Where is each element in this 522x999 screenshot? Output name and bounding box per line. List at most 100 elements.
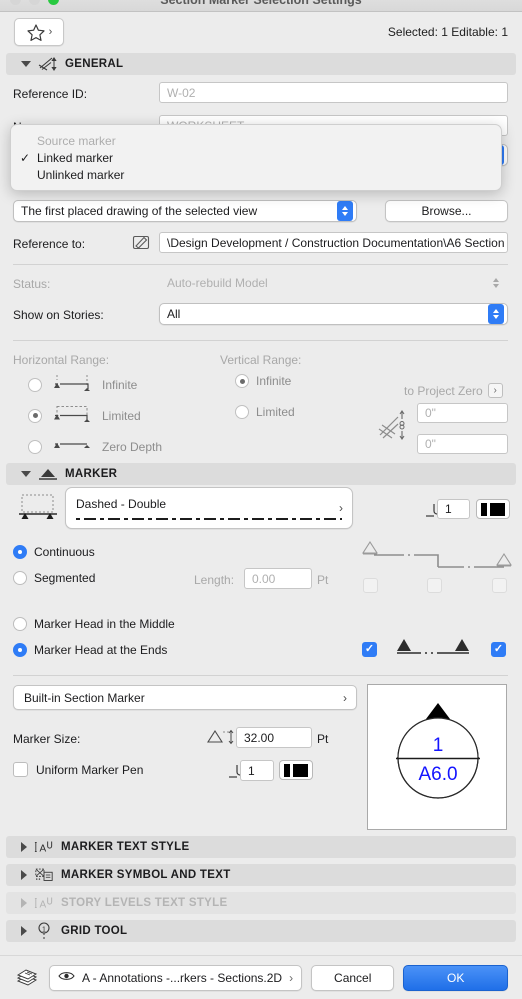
continuous-option[interactable]: Continuous xyxy=(13,545,95,559)
horizontal-range-option-zero-depth[interactable]: Zero Depth xyxy=(28,436,162,457)
text-style-icon: A xyxy=(34,839,54,855)
segment-checkbox-right[interactable] xyxy=(492,578,507,593)
reference-to-input[interactable]: \Design Development / Construction Docum… xyxy=(159,232,508,253)
segment-checkbox-middle[interactable] xyxy=(427,578,442,593)
favorites-button[interactable]: › xyxy=(14,18,64,46)
section-header-general[interactable]: GENERAL xyxy=(6,53,516,75)
show-on-stories-label: Show on Stories: xyxy=(13,308,104,322)
marker-symbol-selector[interactable]: Built-in Section Marker › xyxy=(13,685,357,710)
layer-value: A - Annotations -...rkers - Sections.2D xyxy=(82,970,283,985)
section-header-marker[interactable]: MARKER xyxy=(6,463,516,485)
reference-target-value: The first placed drawing of the selected… xyxy=(21,204,258,218)
menu-item-source-marker: Source marker xyxy=(11,132,501,149)
marker-icon xyxy=(38,466,58,482)
black-pen-swatch[interactable] xyxy=(279,760,313,780)
menu-item-unlinked-marker[interactable]: Unlinked marker xyxy=(11,166,501,183)
dialog-topbar: › Selected: 1 Editable: 1 xyxy=(0,12,522,52)
to-project-zero-chevron-icon[interactable]: › xyxy=(487,383,503,398)
radio-icon xyxy=(13,571,27,585)
bottom-elevation-input[interactable]: 0" xyxy=(417,434,508,454)
marker-head-ends-option[interactable]: Marker Head at the Ends xyxy=(13,643,167,657)
star-icon xyxy=(26,23,46,42)
svg-text:A: A xyxy=(39,844,46,855)
symbol-text-icon xyxy=(34,867,54,883)
radio-icon xyxy=(28,408,42,423)
marker-size-icon xyxy=(206,728,237,749)
layers-stack-icon[interactable] xyxy=(14,968,40,988)
chevron-right-icon xyxy=(21,898,27,908)
marker-head-middle-label: Marker Head in the Middle xyxy=(34,617,175,631)
menu-item-linked-marker[interactable]: ✓ Linked marker xyxy=(11,149,501,166)
marker-head-ends-label: Marker Head at the Ends xyxy=(34,643,168,657)
uniform-marker-pen-checkbox[interactable] xyxy=(13,762,28,777)
horizontal-range-option-limited[interactable]: Limited xyxy=(28,405,141,426)
range-infinite-icon xyxy=(49,374,95,395)
reference-target-popup[interactable]: The first placed drawing of the selected… xyxy=(13,200,357,222)
edit-pencil-icon[interactable] xyxy=(130,232,154,253)
marker-type-dropdown-menu[interactable]: Source marker ✓ Linked marker Unlinked m… xyxy=(10,124,502,191)
to-project-zero-control[interactable]: to Project Zero › xyxy=(404,383,503,398)
top-elevation-input[interactable]: 0" xyxy=(417,403,508,423)
cancel-button[interactable]: Cancel xyxy=(311,964,395,991)
length-unit-label: Pt xyxy=(317,573,329,587)
section-header-grid-tool[interactable]: 1 GRID TOOL xyxy=(6,920,516,942)
status-label: Status: xyxy=(13,277,51,291)
section-header-marker-text-style[interactable]: A MARKER TEXT STYLE xyxy=(6,836,516,858)
radio-icon xyxy=(28,439,42,454)
chevron-right-icon xyxy=(21,926,27,936)
marker-size-unit-label: Pt xyxy=(317,732,329,746)
pen-swatch-block xyxy=(293,763,308,777)
segment-checkbox-left[interactable] xyxy=(363,578,378,593)
marker-head-middle-option[interactable]: Marker Head in the Middle xyxy=(13,617,175,631)
horizontal-range-zero-depth-label: Zero Depth xyxy=(102,439,163,454)
show-on-stories-stepper-icon xyxy=(488,304,504,324)
segmented-option[interactable]: Segmented xyxy=(13,571,95,585)
marker-symbol-chevron-icon: › xyxy=(343,690,347,705)
dialog-bottombar: A - Annotations -...rkers - Sections.2D … xyxy=(0,955,522,999)
favorites-chevron-icon: › xyxy=(48,26,53,38)
black-pen-swatch[interactable] xyxy=(476,499,510,519)
uniform-marker-pen-input[interactable]: 1 xyxy=(240,760,274,781)
browse-button[interactable]: Browse... xyxy=(385,200,508,222)
to-project-zero-label: to Project Zero xyxy=(404,383,483,398)
uniform-marker-pen-option[interactable]: Uniform Marker Pen xyxy=(13,762,143,777)
vertical-range-option-limited[interactable]: Limited xyxy=(235,405,295,419)
marker-head-ends-diagram xyxy=(392,636,476,663)
line-type-selector[interactable]: Dashed - Double › xyxy=(65,487,353,529)
marker-preview: 1 A6.0 xyxy=(367,684,507,830)
chevron-down-icon xyxy=(21,471,31,477)
ok-button[interactable]: OK xyxy=(403,964,508,991)
horizontal-range-label: Horizontal Range: xyxy=(13,353,110,367)
horizontal-range-option-infinite[interactable]: Infinite xyxy=(28,374,137,395)
preview-marker-sheet: A6.0 xyxy=(418,764,457,785)
menu-item-label: Linked marker xyxy=(37,150,114,165)
layer-chevron-icon: › xyxy=(289,970,294,985)
preview-marker-number: 1 xyxy=(433,735,444,756)
horizontal-range-limited-label: Limited xyxy=(102,408,141,423)
divider-symbol xyxy=(13,675,508,676)
reference-target-stepper-icon xyxy=(337,201,353,221)
marker-head-right-checkbox[interactable] xyxy=(491,642,506,657)
section-header-marker-symbol-and-text[interactable]: MARKER SYMBOL AND TEXT xyxy=(6,864,516,886)
line-type-chevron-icon: › xyxy=(339,501,343,515)
show-on-stories-popup[interactable]: All xyxy=(159,303,508,325)
marker-size-input[interactable]: 32.00 xyxy=(236,727,312,748)
menu-check-icon: ✓ xyxy=(20,150,31,165)
layer-selector[interactable]: A - Annotations -...rkers - Sections.2D … xyxy=(49,964,303,991)
svg-text:A: A xyxy=(39,900,46,911)
section-marker-settings-dialog: Section Marker Selection Settings › Sele… xyxy=(0,0,522,999)
eye-icon xyxy=(58,970,75,985)
vertical-range-option-infinite[interactable]: Infinite xyxy=(235,374,291,388)
horizontal-range-infinite-label: Infinite xyxy=(102,377,138,392)
radio-icon xyxy=(28,377,42,392)
marker-pen-input[interactable]: 1 xyxy=(437,499,470,519)
length-label: Length: xyxy=(194,573,235,587)
radio-icon xyxy=(235,405,249,419)
marker-head-left-checkbox[interactable] xyxy=(362,642,377,657)
length-input[interactable]: 0.00 xyxy=(244,568,312,589)
window-title: Section Marker Selection Settings xyxy=(0,0,522,7)
reference-id-input[interactable]: W-02 xyxy=(159,82,508,103)
text-style-icon: A xyxy=(34,895,54,911)
menu-item-label: Source marker xyxy=(37,133,116,148)
radio-icon xyxy=(13,643,27,657)
